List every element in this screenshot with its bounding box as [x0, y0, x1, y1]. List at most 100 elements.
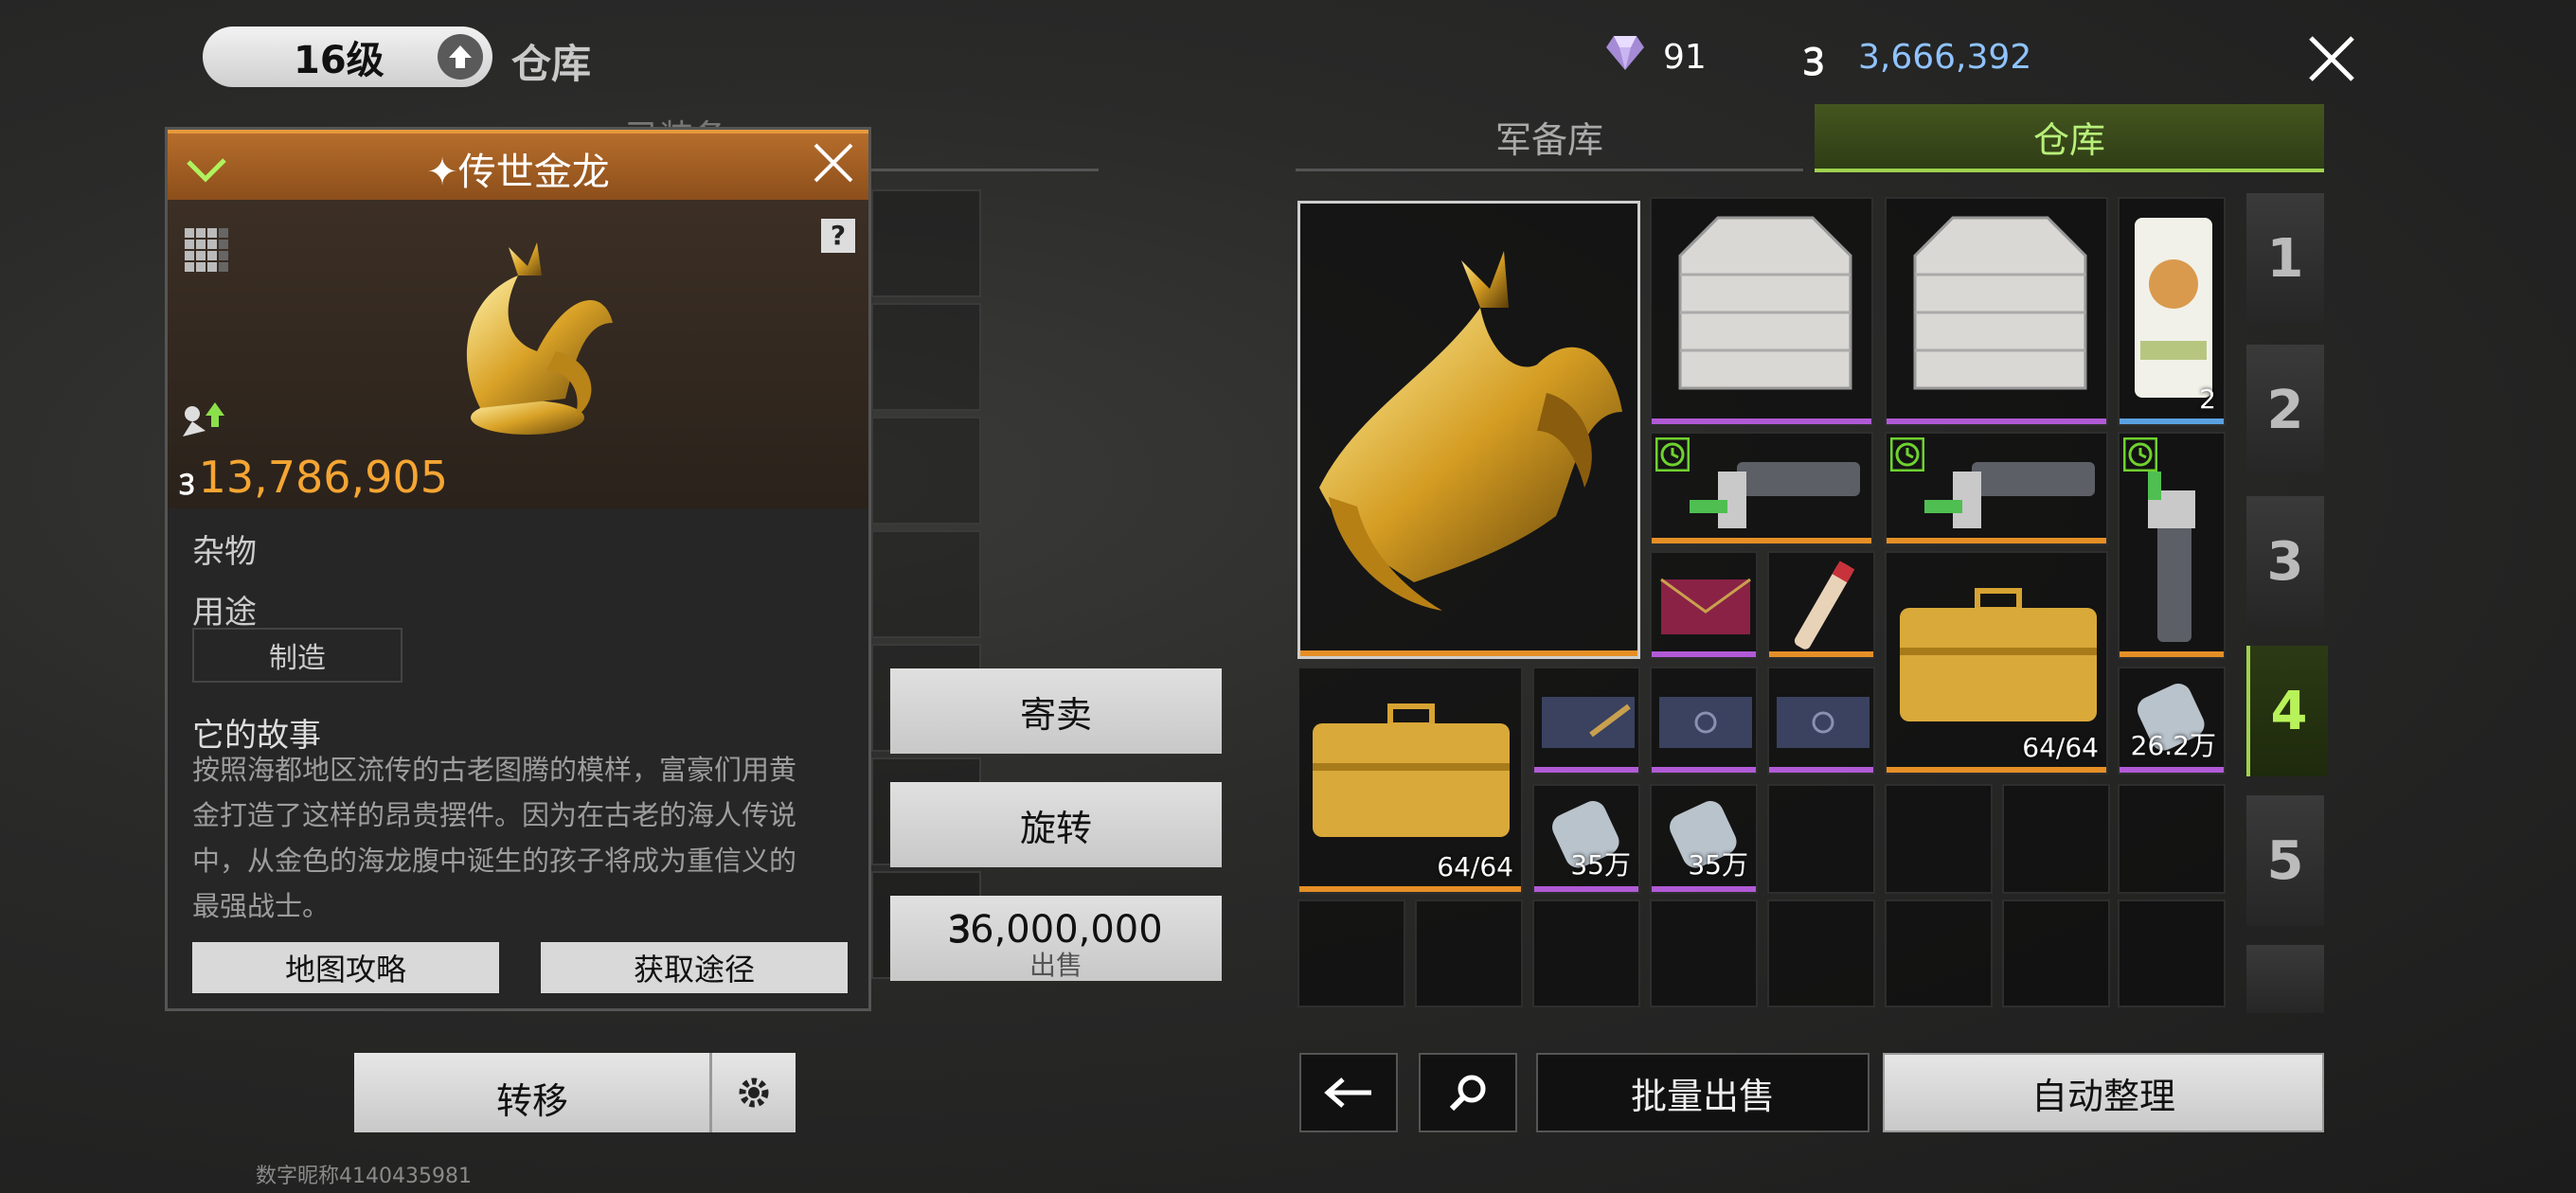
- item-slot-card[interactable]: [1650, 667, 1758, 775]
- empty-slot[interactable]: [2118, 784, 2226, 894]
- empty-slot[interactable]: [2118, 899, 2226, 1007]
- item-slot-gold-case[interactable]: 64/64: [1885, 551, 2108, 775]
- empty-slot[interactable]: [1650, 899, 1758, 1007]
- level-badge[interactable]: 16级: [203, 27, 492, 87]
- empty-slot[interactable]: [1767, 784, 1875, 894]
- rarity-bar: [2120, 767, 2224, 773]
- help-icon[interactable]: ?: [821, 219, 855, 253]
- rarity-bar: [1652, 886, 1756, 892]
- story-line: 按照海都地区流传的古老图腾的模样，富豪们用黄: [192, 754, 797, 786]
- equip-slot[interactable]: [871, 530, 981, 638]
- rarity-bar: [1299, 886, 1521, 892]
- player-nickname: 数字昵称4140435981: [256, 1165, 472, 1188]
- empty-slot[interactable]: [1532, 899, 1640, 1007]
- item-slot-gun-tool[interactable]: [1650, 432, 1873, 545]
- level-up-icon: [438, 34, 483, 80]
- item-slot-dog-food[interactable]: 2: [2118, 197, 2226, 426]
- item-quantity: 35万: [1570, 849, 1631, 881]
- rarity-bar: [1652, 418, 1871, 424]
- sell-button[interactable]: Ꝫ6,000,000 出售: [890, 896, 1222, 981]
- rarity-bar: [1887, 767, 2106, 773]
- page-tab-5[interactable]: 5: [2246, 795, 2324, 926]
- timer-icon: [2123, 437, 2157, 472]
- item-slot-armor-plate[interactable]: [1885, 197, 2108, 426]
- story-line: 中，从金色的海龙腹中诞生的孩子将成为重信义的: [192, 845, 797, 877]
- rarity-bar: [1652, 538, 1871, 543]
- tab-arsenal[interactable]: 军备库: [1296, 104, 1803, 171]
- equip-slot[interactable]: [871, 303, 981, 411]
- envelope-image: [1660, 578, 1751, 634]
- usage-tag[interactable]: 制造: [192, 628, 402, 683]
- item-slot-card[interactable]: [1532, 667, 1640, 775]
- tab-warehouse[interactable]: 仓库: [1815, 104, 2324, 172]
- consign-button[interactable]: 寄卖: [890, 668, 1222, 754]
- collapse-icon[interactable]: [183, 143, 230, 201]
- auto-sort-button[interactable]: 自动整理: [1883, 1053, 2324, 1132]
- map-guide-button[interactable]: 地图攻略: [192, 942, 499, 993]
- page-tab-3[interactable]: 3: [2246, 496, 2324, 627]
- item-slot-vial[interactable]: [1767, 551, 1875, 659]
- level-text: 16级: [294, 39, 385, 82]
- item-slot-envelope[interactable]: [1650, 551, 1758, 659]
- coin-icon: Ꝫ: [179, 469, 195, 502]
- item-slot-gun-tool-vertical[interactable]: [2118, 432, 2226, 659]
- story-line: 最强战士。: [192, 890, 331, 922]
- search-icon: [1449, 1075, 1486, 1112]
- empty-slot[interactable]: [2002, 899, 2110, 1007]
- diamond-icon: [1604, 34, 1646, 76]
- page-tab-4[interactable]: 4: [2246, 646, 2328, 776]
- item-slot-golden-dragon[interactable]: [1297, 201, 1640, 659]
- close-icon[interactable]: [810, 139, 857, 187]
- item-slot-cash[interactable]: 35万: [1650, 784, 1758, 894]
- batch-sell-button[interactable]: 批量出售: [1536, 1053, 1869, 1132]
- item-preview: ? Ꝫ 13,786,905: [168, 200, 868, 508]
- item-quantity: 35万: [1688, 849, 1748, 881]
- story-line: 金打造了这样的昂贵摆件。因为在古老的海人传说: [192, 799, 797, 831]
- empty-slot[interactable]: [1767, 899, 1875, 1007]
- gear-icon[interactable]: [709, 1053, 796, 1132]
- item-quantity: 64/64: [1437, 851, 1513, 882]
- armor-plate-image: [1678, 216, 1852, 390]
- rarity-bar: [1652, 651, 1756, 657]
- back-arrow-button[interactable]: [1299, 1053, 1398, 1132]
- item-slot-armor-plate[interactable]: [1650, 197, 1873, 426]
- coin-icon: Ꝫ: [1803, 41, 1825, 84]
- empty-slot[interactable]: [1297, 899, 1405, 1007]
- rotate-button[interactable]: 旋转: [890, 782, 1222, 867]
- empty-slot[interactable]: [1885, 784, 1993, 894]
- empty-slot[interactable]: [1415, 899, 1523, 1007]
- page-title: 仓库: [511, 41, 592, 87]
- equip-slot[interactable]: [871, 189, 981, 297]
- obtain-button[interactable]: 获取途径: [541, 942, 848, 993]
- item-quantity: 26.2万: [2130, 730, 2216, 761]
- sell-label: 出售: [1029, 950, 1082, 981]
- rarity-bar: [1652, 767, 1756, 773]
- timer-icon: [1890, 437, 1924, 472]
- item-price: Ꝫ 13,786,905: [179, 452, 448, 503]
- item-slot-card[interactable]: [1767, 667, 1875, 775]
- timer-icon: [1655, 437, 1690, 472]
- empty-slot[interactable]: [2002, 784, 2110, 894]
- page-tab-more[interactable]: [2246, 945, 2324, 1013]
- rarity-bar: [1887, 418, 2106, 424]
- diamond-count: 91: [1663, 38, 1707, 77]
- search-button[interactable]: [1419, 1053, 1517, 1132]
- coin-count: 3,666,392: [1858, 38, 2032, 77]
- card-image: [1542, 697, 1635, 748]
- empty-slot[interactable]: [1885, 899, 1993, 1007]
- transfer-button[interactable]: 转移: [354, 1053, 796, 1132]
- item-slot-cash[interactable]: 26.2万: [2118, 667, 2226, 775]
- rarity-bar: [1534, 886, 1638, 892]
- item-slot-gold-case[interactable]: 64/64: [1297, 667, 1523, 894]
- golden-dragon-image: [466, 242, 613, 435]
- transfer-label: 转移: [495, 1080, 568, 1122]
- equip-slot[interactable]: [871, 417, 981, 525]
- close-icon[interactable]: [2301, 28, 2362, 89]
- item-slot-cash[interactable]: 35万: [1532, 784, 1640, 894]
- grid-size-icon: [185, 228, 230, 274]
- rarity-bar: [1769, 767, 1873, 773]
- item-slot-gun-tool[interactable]: [1885, 432, 2108, 545]
- item-category: 杂物: [192, 533, 257, 571]
- page-tab-2[interactable]: 2: [2246, 345, 2324, 475]
- page-tab-1[interactable]: 1: [2246, 193, 2324, 324]
